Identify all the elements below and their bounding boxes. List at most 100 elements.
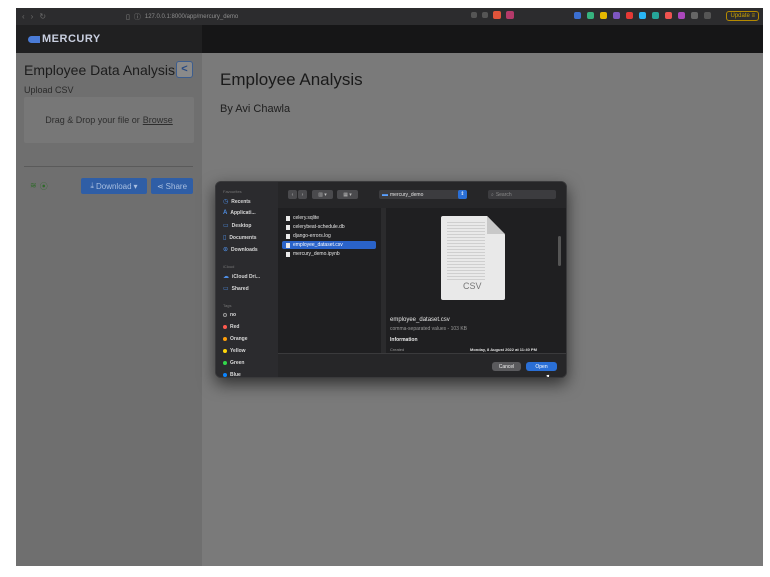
sidebar-item-recents[interactable]: ◷ Recents (223, 198, 251, 206)
mouse-cursor-icon: ➚ (543, 372, 551, 378)
preview-scrollbar[interactable] (558, 236, 561, 266)
location-dropdown[interactable]: ▬ mercury_demo ⇕ (379, 190, 467, 199)
sidebar: Employee Data Analysis < Upload CSV Drag… (16, 53, 202, 566)
address-bar[interactable]: ▯ ⓘ 127.0.0.1:8000/app/mercury_demo (126, 12, 238, 22)
address-actions (471, 11, 514, 19)
author-byline: By Avi Chawla (220, 103, 291, 115)
icloud-heading: iCloud (223, 264, 235, 269)
page-fold-icon (487, 216, 505, 234)
sidebar-item-label: Downloads (231, 246, 258, 253)
preview-file-kind: comma-separated values - 103 KB (390, 326, 467, 332)
brand[interactable]: MERCURY (16, 25, 202, 53)
download-circle-icon: ⊙ (223, 247, 229, 253)
applications-icon: A (223, 210, 228, 216)
forward-button[interactable]: › (298, 190, 307, 199)
tag-dot-icon (223, 349, 227, 353)
tag-item[interactable]: Orange (223, 336, 248, 342)
file-name: django-errors.log (293, 233, 331, 239)
file-item[interactable]: mercury_demo.ipynb (282, 250, 376, 258)
extension-icon[interactable] (665, 12, 672, 19)
tag-item[interactable]: Green (223, 360, 244, 366)
collapse-sidebar-button[interactable]: < (176, 61, 193, 78)
bookmark-icon[interactable]: ▯ (126, 13, 130, 21)
sidebar-item-icloud-drive[interactable]: ☁ iCloud Dri... (223, 273, 261, 281)
tag-item[interactable]: Yellow (223, 348, 246, 354)
puzzle-icon[interactable] (691, 12, 698, 19)
group-button[interactable]: ▦ ▾ (337, 190, 358, 199)
share-button[interactable]: ⋖ Share (151, 178, 193, 194)
sidebar-item-label: Shared (231, 285, 249, 292)
sidebar-divider (24, 166, 193, 167)
tag-label: Blue (230, 372, 241, 378)
extension-icon[interactable] (600, 12, 607, 19)
tag-item[interactable]: Blue (223, 372, 241, 378)
sidebar-item-documents[interactable]: ▯ Documents (223, 234, 257, 242)
back-icon[interactable]: ‹ (22, 12, 25, 21)
file-name: mercury_demo.ipynb (293, 251, 340, 257)
back-button[interactable]: ‹ (288, 190, 297, 199)
page-title: Employee Analysis (220, 70, 363, 89)
bookmark-star-icon[interactable] (482, 12, 488, 18)
browser-window: ‹ › ↻ ▯ ⓘ 127.0.0.1:8000/app/mercury_dem… (16, 8, 763, 566)
file-list: celery.sqlite celerybeat-schedule.db dja… (282, 208, 380, 353)
caret-down-icon: ▾ (133, 181, 138, 191)
url-text[interactable]: 127.0.0.1:8000/app/mercury_demo (145, 14, 238, 20)
sidebar-item-downloads[interactable]: ⊙ Downloads (223, 246, 258, 254)
file-item[interactable]: celery.sqlite (282, 214, 376, 222)
mercury-logo-icon (28, 35, 40, 43)
upload-label: Upload CSV (24, 85, 74, 95)
extension-icon[interactable] (678, 12, 685, 19)
tags-heading: Tags (223, 303, 232, 308)
sidebar-item-label: iCloud Dri... (232, 273, 261, 280)
navbar-right (202, 25, 763, 53)
update-button[interactable]: Update ≡ (726, 11, 759, 21)
update-label: Update (730, 13, 750, 19)
dropzone-text: Drag & Drop your file or (45, 115, 140, 125)
download-label: Download (95, 181, 132, 191)
folder-icon: ▬ (382, 191, 388, 198)
file-item[interactable]: django-errors.log (282, 232, 376, 240)
sidebar-item-shared[interactable]: ▭ Shared (223, 285, 249, 293)
open-button[interactable]: Open (526, 362, 557, 371)
file-name: celerybeat-schedule.db (293, 224, 345, 230)
extension-icon[interactable] (613, 12, 620, 19)
app-navbar: MERCURY (16, 25, 763, 53)
dialog-footer: Cancel Open (278, 353, 566, 377)
share-icon[interactable] (471, 12, 477, 18)
sidebar-toggle-icon[interactable] (704, 12, 711, 19)
file-icon (286, 233, 290, 239)
extension-icon[interactable] (574, 12, 581, 19)
file-name: employee_dataset.csv (293, 242, 343, 248)
extension-icon[interactable] (587, 12, 594, 19)
sidebar-item-label: Recents (231, 198, 251, 205)
tag-dot-icon (223, 361, 227, 365)
browse-link[interactable]: Browse (143, 115, 173, 125)
extension-icon[interactable] (639, 12, 646, 19)
file-item[interactable]: celerybeat-schedule.db (282, 223, 376, 231)
brave-shield-icon[interactable] (493, 11, 501, 19)
rewards-icon[interactable] (506, 11, 514, 19)
browser-toolbar: ‹ › ↻ ▯ ⓘ 127.0.0.1:8000/app/mercury_dem… (16, 8, 763, 25)
file-item-selected[interactable]: employee_dataset.csv (282, 241, 376, 249)
sidebar-item-desktop[interactable]: ▭ Desktop (223, 222, 252, 230)
file-icon (286, 224, 290, 230)
shared-folder-icon: ▭ (223, 286, 229, 292)
clock-icon: ◷ (223, 199, 229, 205)
tag-item[interactable]: Red (223, 324, 239, 330)
extension-icon[interactable] (652, 12, 659, 19)
info-icon[interactable]: ⓘ (134, 12, 141, 22)
forward-icon[interactable]: › (31, 12, 34, 21)
file-dropzone[interactable]: Drag & Drop your file or Browse (24, 97, 194, 143)
extension-icon[interactable] (626, 12, 633, 19)
tag-item[interactable]: no (223, 312, 236, 318)
cancel-button[interactable]: Cancel (492, 362, 521, 371)
search-input[interactable]: ⌕ Search (488, 190, 556, 199)
document-icon: ▯ (223, 235, 227, 241)
download-button[interactable]: ⤓ Download ▾ (81, 178, 147, 194)
view-columns-button[interactable]: ▥ ▾ (312, 190, 333, 199)
reload-icon[interactable]: ↻ (39, 12, 46, 21)
sidebar-item-label: Desktop (231, 222, 252, 229)
sidebar-item-applications[interactable]: A Applicati... (223, 210, 256, 216)
chevron-updown-icon: ⇕ (458, 190, 467, 199)
search-placeholder: Search (495, 191, 512, 198)
